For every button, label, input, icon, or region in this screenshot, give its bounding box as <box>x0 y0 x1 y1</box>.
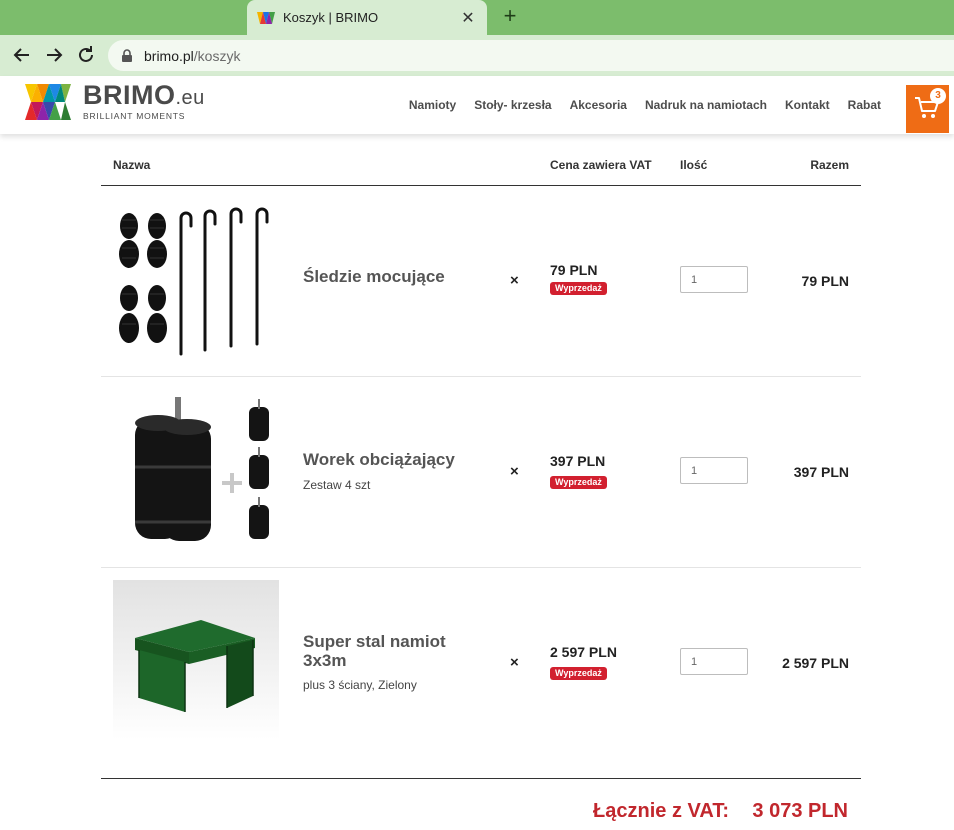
remove-item-icon[interactable]: × <box>510 463 519 480</box>
url-bar[interactable]: brimo.pl/koszyk <box>108 40 954 71</box>
product-variant: plus 3 ściany, Zielony <box>303 678 417 692</box>
site-header: BRIMO.eu BRILLIANT MOMENTS Namioty Stoły… <box>0 76 954 134</box>
brimo-favicon-icon <box>257 11 275 24</box>
unit-price: 79 PLN <box>550 262 598 278</box>
cart-row: Worek obciążający Zestaw 4 szt × 397 PLN… <box>101 377 861 568</box>
remove-item-icon[interactable]: × <box>510 272 519 289</box>
line-total: 79 PLN <box>801 273 849 289</box>
product-image-tent[interactable] <box>113 580 279 740</box>
back-arrow-icon[interactable] <box>10 43 34 67</box>
product-name[interactable]: Super stal namiot 3x3m <box>303 632 483 670</box>
quantity-input[interactable] <box>680 648 748 675</box>
browser-toolbar: brimo.pl/koszyk <box>0 35 954 76</box>
header-price: Cena zawiera VAT <box>550 158 652 172</box>
sale-badge: Wyprzedaż <box>550 476 607 489</box>
cart-button[interactable]: 3 <box>906 85 949 133</box>
unit-price: 397 PLN <box>550 453 606 469</box>
header-total: Razem <box>810 158 849 172</box>
cart-summary: Łącznie z VAT: 3 073 PLN <box>101 778 861 830</box>
logo-suffix: .eu <box>175 87 205 109</box>
browser-tab-koszyk[interactable]: Koszyk | BRIMO ✕ <box>247 0 487 35</box>
line-total: 2 597 PLN <box>782 655 849 671</box>
browser-tab-bar: Koszyk | BRIMO ✕ + <box>0 0 954 35</box>
tab-close-icon[interactable]: ✕ <box>459 8 477 28</box>
brimo-logo[interactable]: BRIMO.eu BRILLIANT MOMENTS <box>25 82 205 121</box>
cart-row: Śledzie mocujące × 79 PLN Wyprzedaż 79 P… <box>101 186 861 377</box>
header-qty: Ilość <box>680 158 708 172</box>
remove-item-icon[interactable]: × <box>510 654 519 671</box>
nav-item-nadruk[interactable]: Nadruk na namiotach <box>645 98 767 112</box>
nav-item-akcesoria[interactable]: Akcesoria <box>570 98 627 112</box>
quantity-input[interactable] <box>680 266 748 293</box>
url-path: /koszyk <box>193 47 241 64</box>
lock-icon[interactable] <box>120 48 134 63</box>
cart-row: Super stal namiot 3x3m plus 3 ściany, Zi… <box>101 568 861 759</box>
reload-icon[interactable] <box>74 43 98 67</box>
nav-item-stoly-krzesla[interactable]: Stoły- krzesła <box>474 98 551 112</box>
cart-count-badge: 3 <box>930 88 946 104</box>
header-name: Nazwa <box>113 158 151 172</box>
quantity-input[interactable] <box>680 457 748 484</box>
logo-tagline: BRILLIANT MOMENTS <box>83 111 186 121</box>
product-image-stakes[interactable] <box>113 206 279 356</box>
nav-item-kontakt[interactable]: Kontakt <box>785 98 830 112</box>
cart-table-header: Nazwa Cena zawiera VAT Ilość Razem <box>101 134 861 186</box>
product-variant: Zestaw 4 szt <box>303 478 371 492</box>
grand-total-label: Łącznie z VAT: <box>593 800 729 822</box>
product-image-weight-bags[interactable] <box>113 397 279 547</box>
forward-arrow-icon[interactable] <box>42 43 66 67</box>
nav-item-namioty[interactable]: Namioty <box>409 98 456 112</box>
sale-badge: Wyprzedaż <box>550 667 607 680</box>
logo-name: BRIMO <box>83 80 176 110</box>
url-host: brimo.pl <box>144 47 194 64</box>
new-tab-plus-icon[interactable]: + <box>498 4 522 28</box>
product-name[interactable]: Śledzie mocujące <box>303 267 483 286</box>
line-total: 397 PLN <box>793 464 849 480</box>
unit-price: 2 597 PLN <box>550 644 617 660</box>
sale-badge: Wyprzedaż <box>550 282 607 295</box>
nav-item-rabat[interactable]: Rabat <box>848 98 881 112</box>
tab-title: Koszyk | BRIMO <box>283 10 379 25</box>
product-name[interactable]: Worek obciążający <box>303 450 483 469</box>
grand-total-value: 3 073 PLN <box>752 800 848 822</box>
brimo-logo-mark-icon <box>25 83 71 120</box>
cart-table: Nazwa Cena zawiera VAT Ilość Razem Śledz… <box>101 134 861 759</box>
main-navigation: Namioty Stoły- krzesła Akcesoria Nadruk … <box>391 76 881 134</box>
